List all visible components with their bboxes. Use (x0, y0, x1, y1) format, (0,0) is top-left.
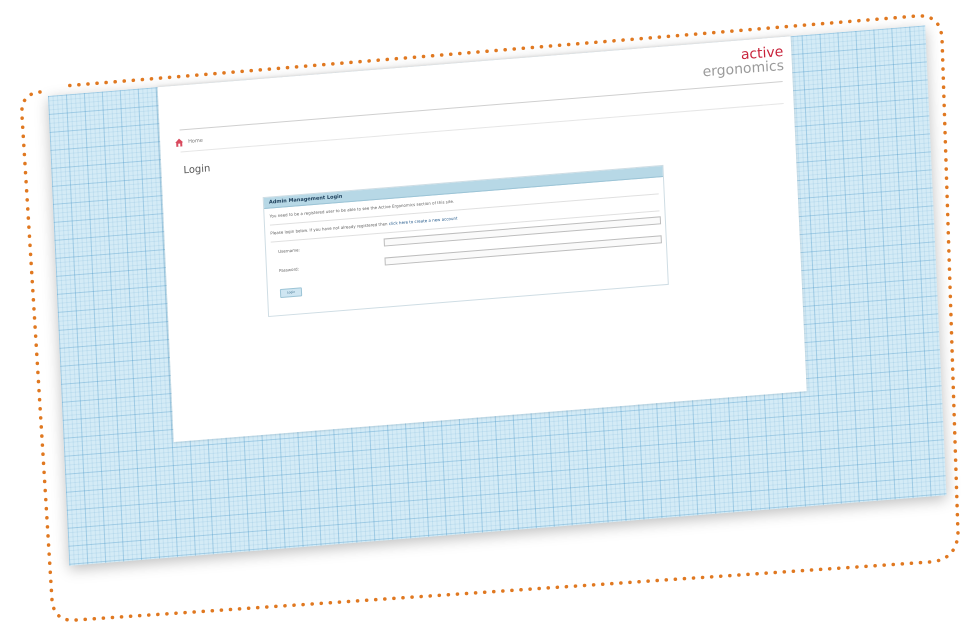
page-title: Login (183, 163, 211, 177)
login-panel: Admin Management Login You need to be a … (262, 164, 669, 318)
login-instructions: Please login below. If you have not alre… (270, 216, 457, 236)
username-label: Username: (278, 247, 300, 255)
password-label: Password: (278, 266, 300, 274)
home-icon (175, 138, 184, 147)
tilted-screenshot-card: active ergonomics Home Login Admin Manag… (48, 25, 947, 566)
web-page: active ergonomics Home Login Admin Manag… (157, 36, 807, 443)
home-nav-label: Home (188, 137, 203, 145)
login-panel-header: Admin Management Login (263, 165, 663, 210)
home-nav-link[interactable]: Home (174, 136, 203, 148)
nav-divider (180, 103, 784, 153)
create-account-link[interactable]: click here to create a new account (389, 216, 458, 227)
login-button[interactable]: Login (279, 287, 303, 299)
active-ergonomics-logo[interactable]: active ergonomics (702, 44, 784, 81)
header-divider (179, 81, 783, 131)
screenshot-stage: active ergonomics Home Login Admin Manag… (0, 0, 979, 630)
